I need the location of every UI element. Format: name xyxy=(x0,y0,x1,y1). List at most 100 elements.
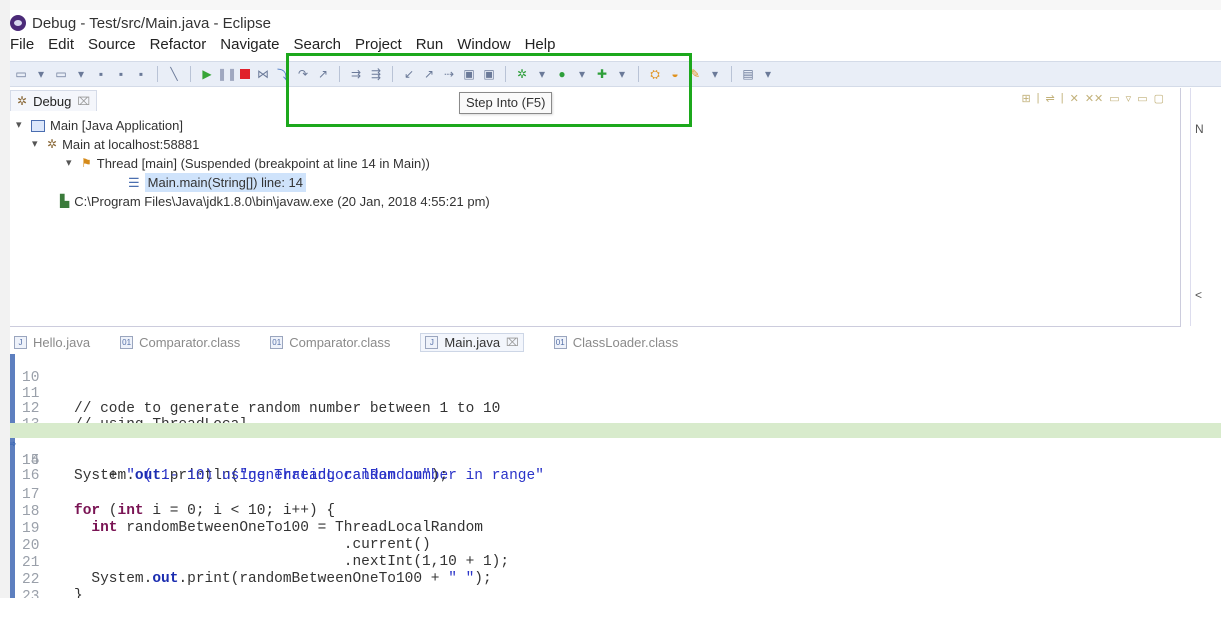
dropdown-icon[interactable]: ▾ xyxy=(708,67,722,81)
code-line[interactable]: 21 System.out.print(randomBetweenOneTo10… xyxy=(10,541,1221,586)
side-panel-scroll[interactable]: < xyxy=(1195,288,1202,302)
open-icon[interactable]: ▭ xyxy=(54,67,68,81)
thread-suspended-icon: ⚑ xyxy=(81,156,92,170)
debug-tree: ▾ Main [Java Application] ▾ ✲ Main at lo… xyxy=(16,116,490,211)
separator: | xyxy=(1060,92,1064,104)
code-line[interactable]: 16 xyxy=(10,454,1221,484)
tab-label: Comparator.class xyxy=(289,334,391,350)
menu-navigate[interactable]: Navigate xyxy=(220,36,279,56)
code-line[interactable]: 13 xyxy=(10,403,1221,433)
code-editor[interactable]: 10 11 // code to generate random number … xyxy=(10,354,1221,598)
tab-comparator-class-1[interactable]: 01 Comparator.class xyxy=(120,335,240,350)
code-line[interactable]: 20 .nextInt(1,10 + 1); xyxy=(10,524,1221,569)
title-bar: Debug - Test/src/Main.java - Eclipse xyxy=(10,12,271,34)
class-file-icon: 01 xyxy=(120,335,134,349)
print-icon[interactable]: ▪ xyxy=(134,67,148,81)
remove-all-icon[interactable]: ✕✕ xyxy=(1085,92,1103,105)
code-line[interactable]: 22 } xyxy=(10,558,1221,598)
save-icon[interactable]: ▪ xyxy=(94,67,108,81)
tab-label: Hello.java xyxy=(33,334,91,350)
eclipse-logo-icon xyxy=(10,15,26,31)
separator: | xyxy=(1036,92,1040,104)
link-icon[interactable]: ⇌ xyxy=(1046,92,1055,105)
tree-item-label: C:\Program Files\Java\jdk1.8.0\bin\javaw… xyxy=(74,194,490,209)
view-menu-icon[interactable]: ▿ xyxy=(1126,92,1132,105)
left-border xyxy=(0,0,10,621)
disconnect-icon[interactable]: ⋈ xyxy=(256,67,270,81)
resume-icon[interactable]: ▶ xyxy=(200,67,214,81)
remove-launch-icon[interactable]: ✕ xyxy=(1070,92,1079,105)
new-icon[interactable]: ▭ xyxy=(14,67,28,81)
stack-frame-icon: ☰ xyxy=(128,175,140,190)
variables-panel-stub: N < xyxy=(1190,88,1221,326)
collapse-all-icon[interactable]: ⊞ xyxy=(1021,92,1030,105)
tree-item-label: Thread [main] (Suspended (breakpoint at … xyxy=(96,156,430,171)
minimize-icon[interactable]: ▭ xyxy=(1137,92,1147,105)
editor-tabs: J Hello.java 01 Comparator.class 01 Comp… xyxy=(10,330,1221,354)
top-border xyxy=(0,0,1221,10)
suspend-icon[interactable]: ❚❚ xyxy=(217,67,237,81)
code-line[interactable]: 19 .current() xyxy=(10,507,1221,552)
tab-label: Comparator.class xyxy=(139,334,241,350)
bottom-border xyxy=(0,598,1221,621)
chevron-down-icon[interactable]: ▾ xyxy=(16,116,26,135)
terminate-icon[interactable] xyxy=(240,69,250,79)
skip-breakpoints-icon[interactable]: ╲ xyxy=(167,67,181,81)
tree-item-target[interactable]: ▾ ✲ Main at localhost:58881 xyxy=(16,135,490,154)
tree-item-label: Main [Java Application] xyxy=(50,118,183,133)
maximize-icon[interactable]: ▢ xyxy=(1154,92,1164,105)
code-line[interactable]: 23 System.out.println(); xyxy=(10,575,1221,598)
debug-target-icon: ✲ xyxy=(47,137,58,151)
dropdown-icon[interactable]: ▾ xyxy=(74,67,88,81)
dropdown-icon[interactable]: ▾ xyxy=(761,67,775,81)
view-toolbar: ⊞ | ⇌ | ✕ ✕✕ ▭ ▿ ▭ ▢ xyxy=(1021,92,1164,105)
code-line[interactable]: 11 // code to generate random number bet… xyxy=(10,372,1221,417)
toolbar-separator xyxy=(157,66,158,82)
code-line[interactable]: 18 int randomBetweenOneTo100 = ThreadLoc… xyxy=(10,490,1221,535)
tab-hello-java[interactable]: J Hello.java xyxy=(14,335,90,350)
tab-debug-label: Debug xyxy=(33,93,72,109)
code-line[interactable]: 17 for (int i = 0; i < 10; i++) { xyxy=(10,473,1221,518)
tab-comparator-class-2[interactable]: 01 Comparator.class xyxy=(270,335,390,350)
window-title: Debug - Test/src/Main.java - Eclipse xyxy=(32,14,271,32)
java-app-icon xyxy=(31,119,45,132)
tree-item-thread[interactable]: ▾ ⚑ Thread [main] (Suspended (breakpoint… xyxy=(16,154,490,173)
close-icon[interactable]: ⌧ xyxy=(506,336,519,349)
line-number: 23 xyxy=(22,589,40,598)
tree-item-label: Main at localhost:58881 xyxy=(62,137,200,152)
chevron-down-icon[interactable]: ▾ xyxy=(32,135,42,154)
tree-item-stack-frame[interactable]: ☰ Main.main(String[]) line: 14 xyxy=(16,173,490,192)
close-icon[interactable]: ⌧ xyxy=(77,95,90,108)
code-line[interactable]: 15 + " ( 1- 10) using ThreadLocalRandom"… xyxy=(10,439,1221,484)
tree-item-process[interactable]: ▙ C:\Program Files\Java\jdk1.8.0\bin\jav… xyxy=(16,192,490,211)
toolbar-separator xyxy=(190,66,191,82)
tree-item-label: Main.main(String[]) line: 14 xyxy=(144,173,306,192)
toolbar-separator xyxy=(731,66,732,82)
debug-bug-icon: ✲ xyxy=(17,94,28,108)
menu-file[interactable]: File xyxy=(10,36,34,56)
chevron-down-icon[interactable]: ▾ xyxy=(66,154,76,173)
tab-classloader-class[interactable]: 01 ClassLoader.class xyxy=(553,334,679,350)
save-all-icon[interactable]: ▪ xyxy=(114,67,128,81)
java-file-icon: J xyxy=(14,335,27,349)
dropdown-icon[interactable]: ▾ xyxy=(34,67,48,81)
menu-edit[interactable]: Edit xyxy=(48,36,74,56)
tab-debug[interactable]: ✲ Debug ⌧ xyxy=(10,90,98,111)
tab-label: Main.java xyxy=(444,334,501,350)
process-icon: ▙ xyxy=(60,194,70,208)
folder-icon[interactable]: ▭ xyxy=(1109,92,1119,105)
code-line[interactable]: 10 xyxy=(10,356,1221,386)
side-panel-text: N xyxy=(1195,122,1204,136)
menu-refactor[interactable]: Refactor xyxy=(150,36,207,56)
java-file-icon: J xyxy=(425,335,439,349)
eclipse-window: Debug - Test/src/Main.java - Eclipse Fil… xyxy=(0,0,1221,621)
menu-source[interactable]: Source xyxy=(88,36,136,56)
current-line[interactable]: ⇨ 14 System.out.println("generating rand… xyxy=(10,423,1221,484)
tab-main-java[interactable]: J Main.java ⌧ xyxy=(420,332,524,352)
code-line[interactable]: 12 // using ThreadLocal xyxy=(10,387,1221,432)
class-file-icon: 01 xyxy=(553,335,567,349)
class-file-icon: 01 xyxy=(270,335,284,349)
tab-label: ClassLoader.class xyxy=(572,334,679,350)
open-type-icon[interactable]: ▤ xyxy=(741,67,755,81)
step-into-tooltip: Step Into (F5) xyxy=(459,92,553,114)
